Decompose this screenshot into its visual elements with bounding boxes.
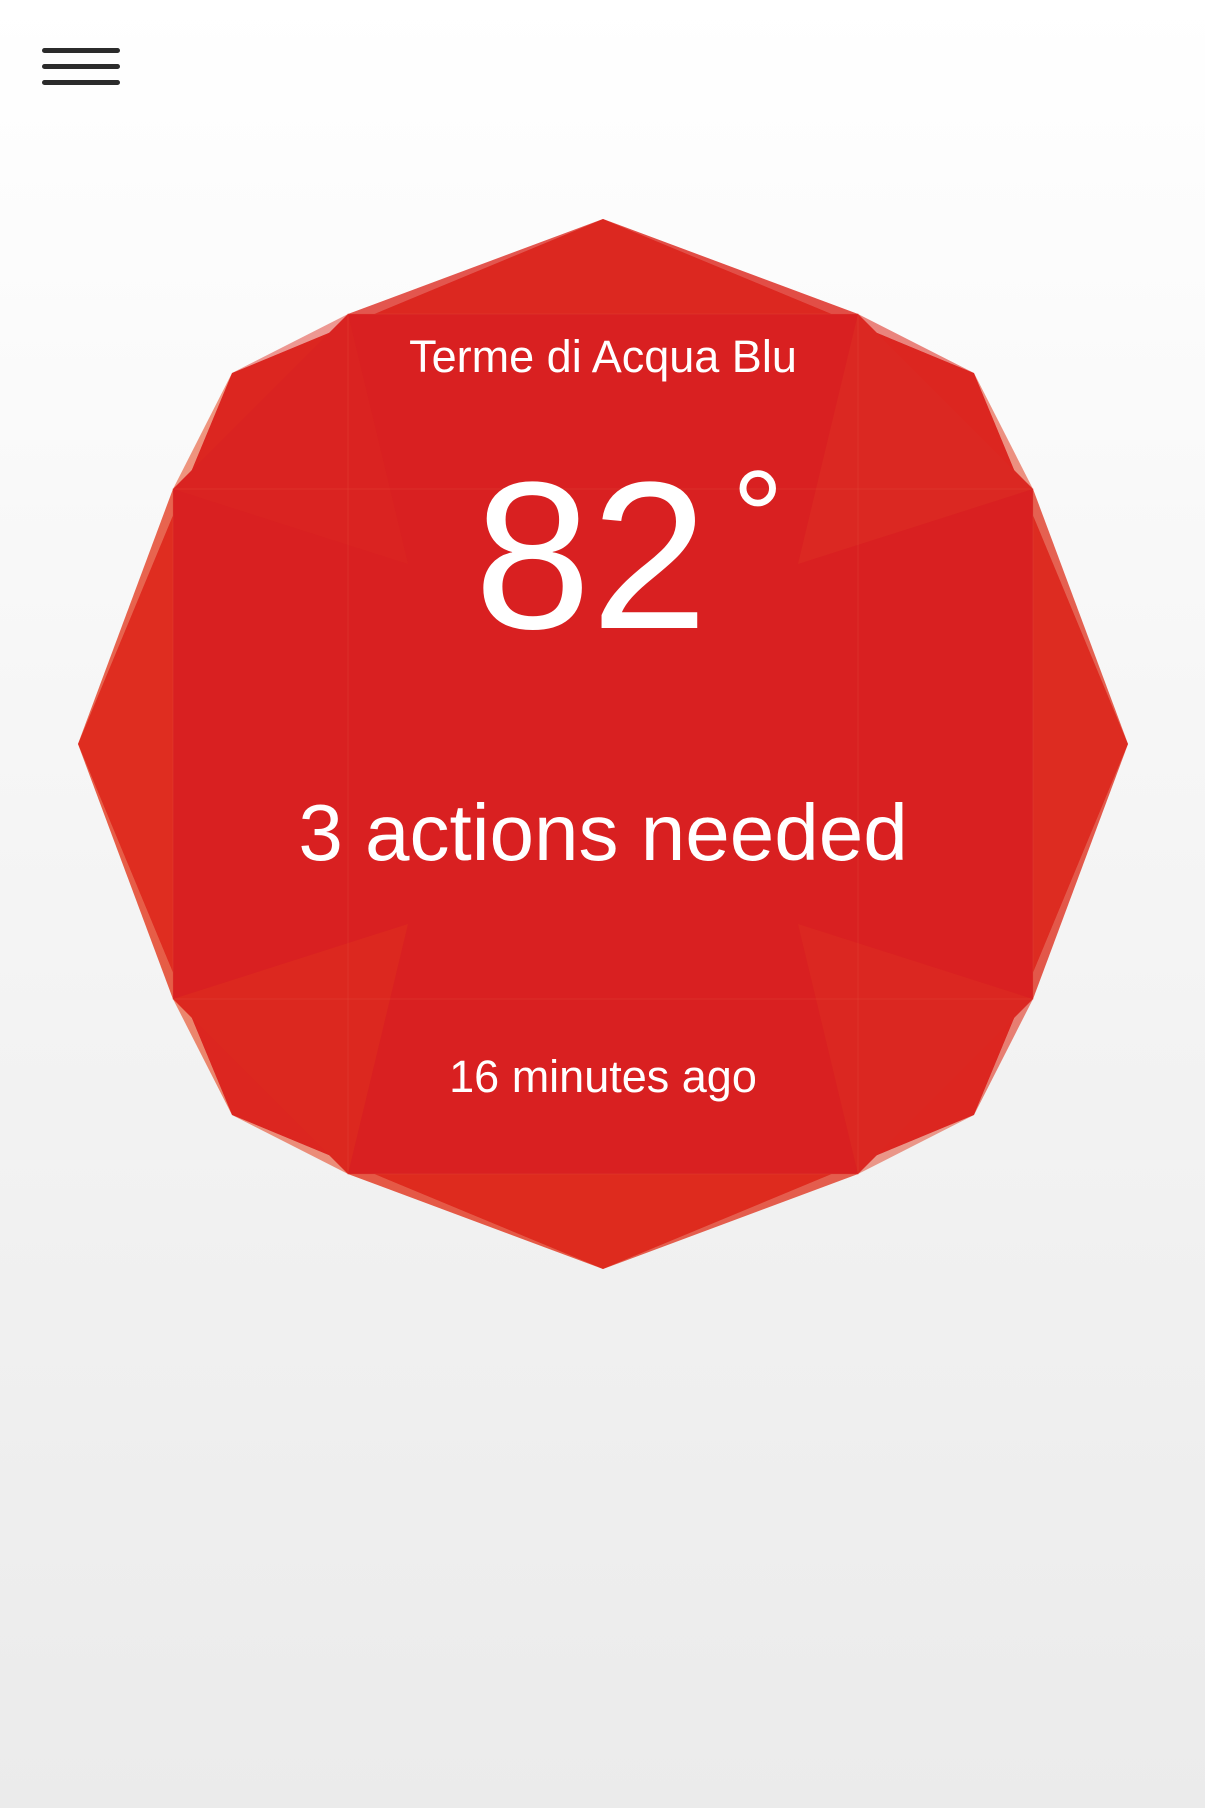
last-updated-label: 16 minutes ago [449, 1051, 757, 1102]
pool-location-name: Terme di Acqua Blu [409, 331, 797, 382]
temperature-readout: 82 ° [78, 451, 1128, 661]
actions-needed-label: 3 actions needed [298, 788, 908, 877]
pool-status-gem[interactable]: Terme di Acqua Blu 82 ° 3 actions needed … [78, 219, 1128, 1269]
temperature-value: 82 [474, 438, 708, 673]
menu-button[interactable] [36, 44, 126, 104]
degree-symbol: ° [731, 443, 784, 589]
